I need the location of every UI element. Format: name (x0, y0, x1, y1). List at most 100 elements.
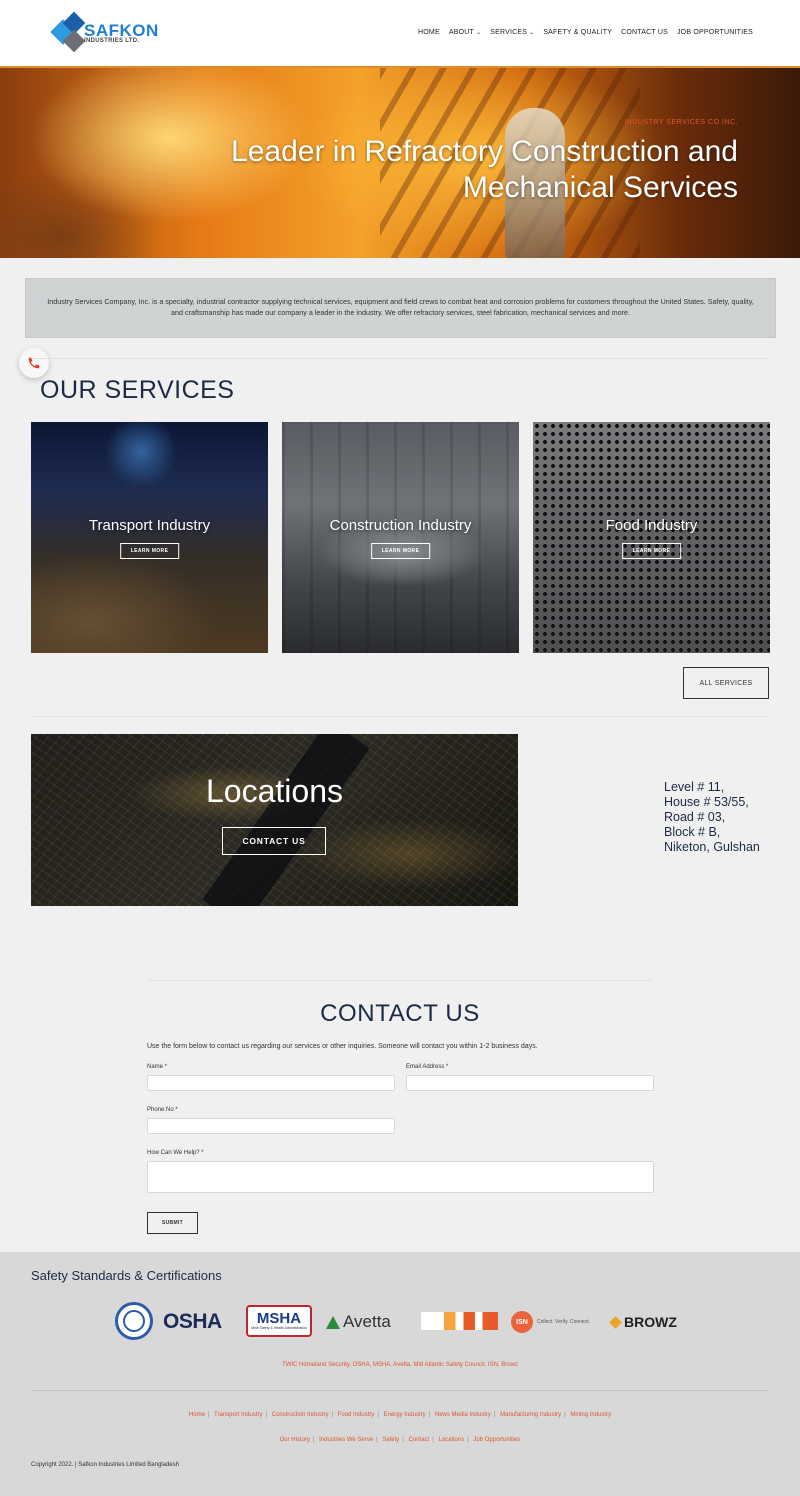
footer-link[interactable]: Food Industry (338, 1412, 375, 1418)
nav-safety-quality[interactable]: SAFETY & QUALITY (543, 29, 612, 36)
copyright: Copyright 2022. | Safkon Industries Limi… (31, 1462, 179, 1468)
avetta-logo-text: Avetta (343, 1312, 391, 1331)
footer-link[interactable]: Mining Industry (570, 1412, 611, 1418)
footer-link[interactable]: Contact (409, 1437, 430, 1443)
locations-title: Locations (206, 773, 343, 809)
service-card-label: Food Industry (605, 517, 698, 534)
service-card-label: Transport Industry (88, 517, 211, 534)
separator: | (428, 1412, 431, 1418)
name-label: Name * (147, 1064, 168, 1070)
hero-kicker: INDUSTRY SERVICES CO INC. (624, 119, 738, 126)
address-line: Niketon, Gulshan (664, 840, 760, 854)
footer-link[interactable]: Manufacturing Industry (500, 1412, 561, 1418)
footer-link[interactable]: Energy Industry (384, 1412, 426, 1418)
separator: | (377, 1412, 379, 1418)
learn-more-button[interactable]: LEARN MORE (621, 543, 682, 559)
contact-description: Use the form below to contact us regardi… (147, 1043, 538, 1050)
certifications-text: TWIC Homeland Security, OSHA, MSHA, Avet… (282, 1362, 518, 1368)
main-nav: HOME ABOUT ⌄ SERVICES ⌄ SAFETY & QUALITY C… (418, 29, 753, 36)
intro-text: Industry Services Company, Inc. is a spe… (47, 297, 754, 317)
hero-title-line: Leader in Refractory Construction and (231, 135, 738, 168)
footer-links-industries: Home | Transport Industry | Construction I… (0, 1412, 800, 1418)
learn-more-button[interactable]: LEARN MORE (119, 543, 180, 559)
separator: | (564, 1412, 566, 1418)
nav-services[interactable]: SERVICES ⌄ (490, 29, 534, 36)
nav-label: SERVICES (490, 29, 528, 36)
separator: | (376, 1437, 378, 1443)
contact-title: CONTACT US (320, 1000, 480, 1027)
safety-title: Safety Standards & Certifications (31, 1268, 222, 1283)
browz-logo-text: BROWZ (624, 1314, 677, 1330)
nav-label: JOB OPPORTUNITIES (676, 29, 753, 36)
phone-icon[interactable] (19, 348, 49, 378)
service-card-label: Construction Industry (329, 517, 472, 534)
footer-links-company: Our History | Industries We Serve | Safety… (0, 1437, 800, 1443)
site-footer: Safety Standards & Certifications OSHA M… (0, 1252, 800, 1496)
service-card-food[interactable]: Food Industry LEARN MORE (533, 422, 770, 653)
service-card-construction[interactable]: Construction Industry LEARN MORE (282, 422, 519, 653)
footer-link[interactable]: Transport Industry (214, 1412, 262, 1418)
dhs-seal-logo (115, 1302, 153, 1340)
submit-button[interactable]: SUBMIT (147, 1212, 198, 1234)
certification-logos: OSHA MSHA Mine Safety & Health Administr… (115, 1302, 690, 1342)
hero-title-line: Mechanical Services (462, 171, 738, 204)
msha-logo-subtext: Mine Safety & Health Administration (251, 1326, 307, 1330)
service-card-transport[interactable]: Transport Industry LEARN MORE (31, 422, 268, 653)
address-block: Level # 11, House # 53/55, Road # 03, Bl… (664, 780, 760, 855)
services-title: OUR SERVICES (40, 376, 235, 404)
nav-contact-us[interactable]: CONTACT US (621, 29, 668, 36)
intro-box: Industry Services Company, Inc. is a spe… (25, 278, 776, 338)
nav-job-opportunities[interactable]: JOB OPPORTUNITIES (677, 29, 753, 36)
isn-circle: ISN (511, 1311, 533, 1333)
email-label: Email Address * (406, 1064, 449, 1070)
separator: | (402, 1437, 404, 1443)
osha-logo: OSHA (163, 1310, 222, 1333)
site-header: SAFKON INDUSTRIES LTD. HOME ABOUT ⌄ SERVI… (0, 0, 800, 68)
help-textarea[interactable] (147, 1161, 654, 1193)
hero-banner: INDUSTRY SERVICES CO INC. Leader in Refr… (0, 68, 800, 258)
browz-diamond-icon (609, 1315, 622, 1329)
msha-logo-text: MSHA (256, 1310, 302, 1327)
card-overlay (282, 422, 519, 653)
footer-link[interactable]: News Media Industry (435, 1412, 491, 1418)
help-label: How Can We Help? * (147, 1150, 204, 1156)
separator: | (312, 1437, 315, 1443)
isn-tagline: Collect. Verify. Connect. (537, 1319, 590, 1325)
phone-field[interactable] (147, 1118, 395, 1134)
chevron-down-icon: ⌄ (529, 30, 535, 36)
footer-link[interactable]: Locations (438, 1437, 464, 1443)
footer-link[interactable]: Our History (280, 1437, 310, 1443)
nav-home[interactable]: HOME (418, 29, 440, 36)
address-line: Block # B, (664, 825, 721, 839)
footer-link[interactable]: Construction Industry (272, 1412, 329, 1418)
separator: | (207, 1412, 210, 1418)
footer-link[interactable]: Industries We Serve (319, 1437, 373, 1443)
avetta-logo: Avetta (326, 1302, 391, 1342)
site-logo[interactable]: SAFKON INDUSTRIES LTD. (50, 11, 164, 53)
nav-about[interactable]: ABOUT ⌄ (449, 29, 481, 36)
nav-label: SAFETY & QUALITY (543, 29, 613, 36)
msha-logo: MSHA Mine Safety & Health Administration (246, 1305, 312, 1337)
footer-link[interactable]: Home (189, 1412, 205, 1418)
email-field[interactable] (406, 1075, 654, 1091)
avetta-triangle-icon (326, 1315, 340, 1329)
separator: | (432, 1437, 434, 1443)
name-field[interactable] (147, 1075, 395, 1091)
footer-link[interactable]: Job Opportunities (473, 1437, 520, 1443)
learn-more-button[interactable]: LEARN MORE (370, 543, 431, 559)
divider (31, 358, 769, 359)
nav-label: ABOUT (448, 29, 474, 36)
separator: | (493, 1412, 496, 1418)
divider (31, 716, 769, 717)
separator: | (265, 1412, 268, 1418)
divider (147, 980, 653, 981)
footer-link[interactable]: Safety (382, 1437, 399, 1443)
address-line: Road # 03, (664, 810, 726, 824)
divider (31, 1390, 769, 1391)
all-services-button[interactable]: ALL SERVICES (683, 667, 769, 699)
contact-us-button[interactable]: CONTACT US (222, 827, 326, 855)
logo-subtitle: INDUSTRIES LTD. (84, 38, 140, 44)
nav-label: HOME (418, 29, 440, 36)
mid-atlantic-logo (421, 1312, 498, 1330)
separator: | (331, 1412, 334, 1418)
